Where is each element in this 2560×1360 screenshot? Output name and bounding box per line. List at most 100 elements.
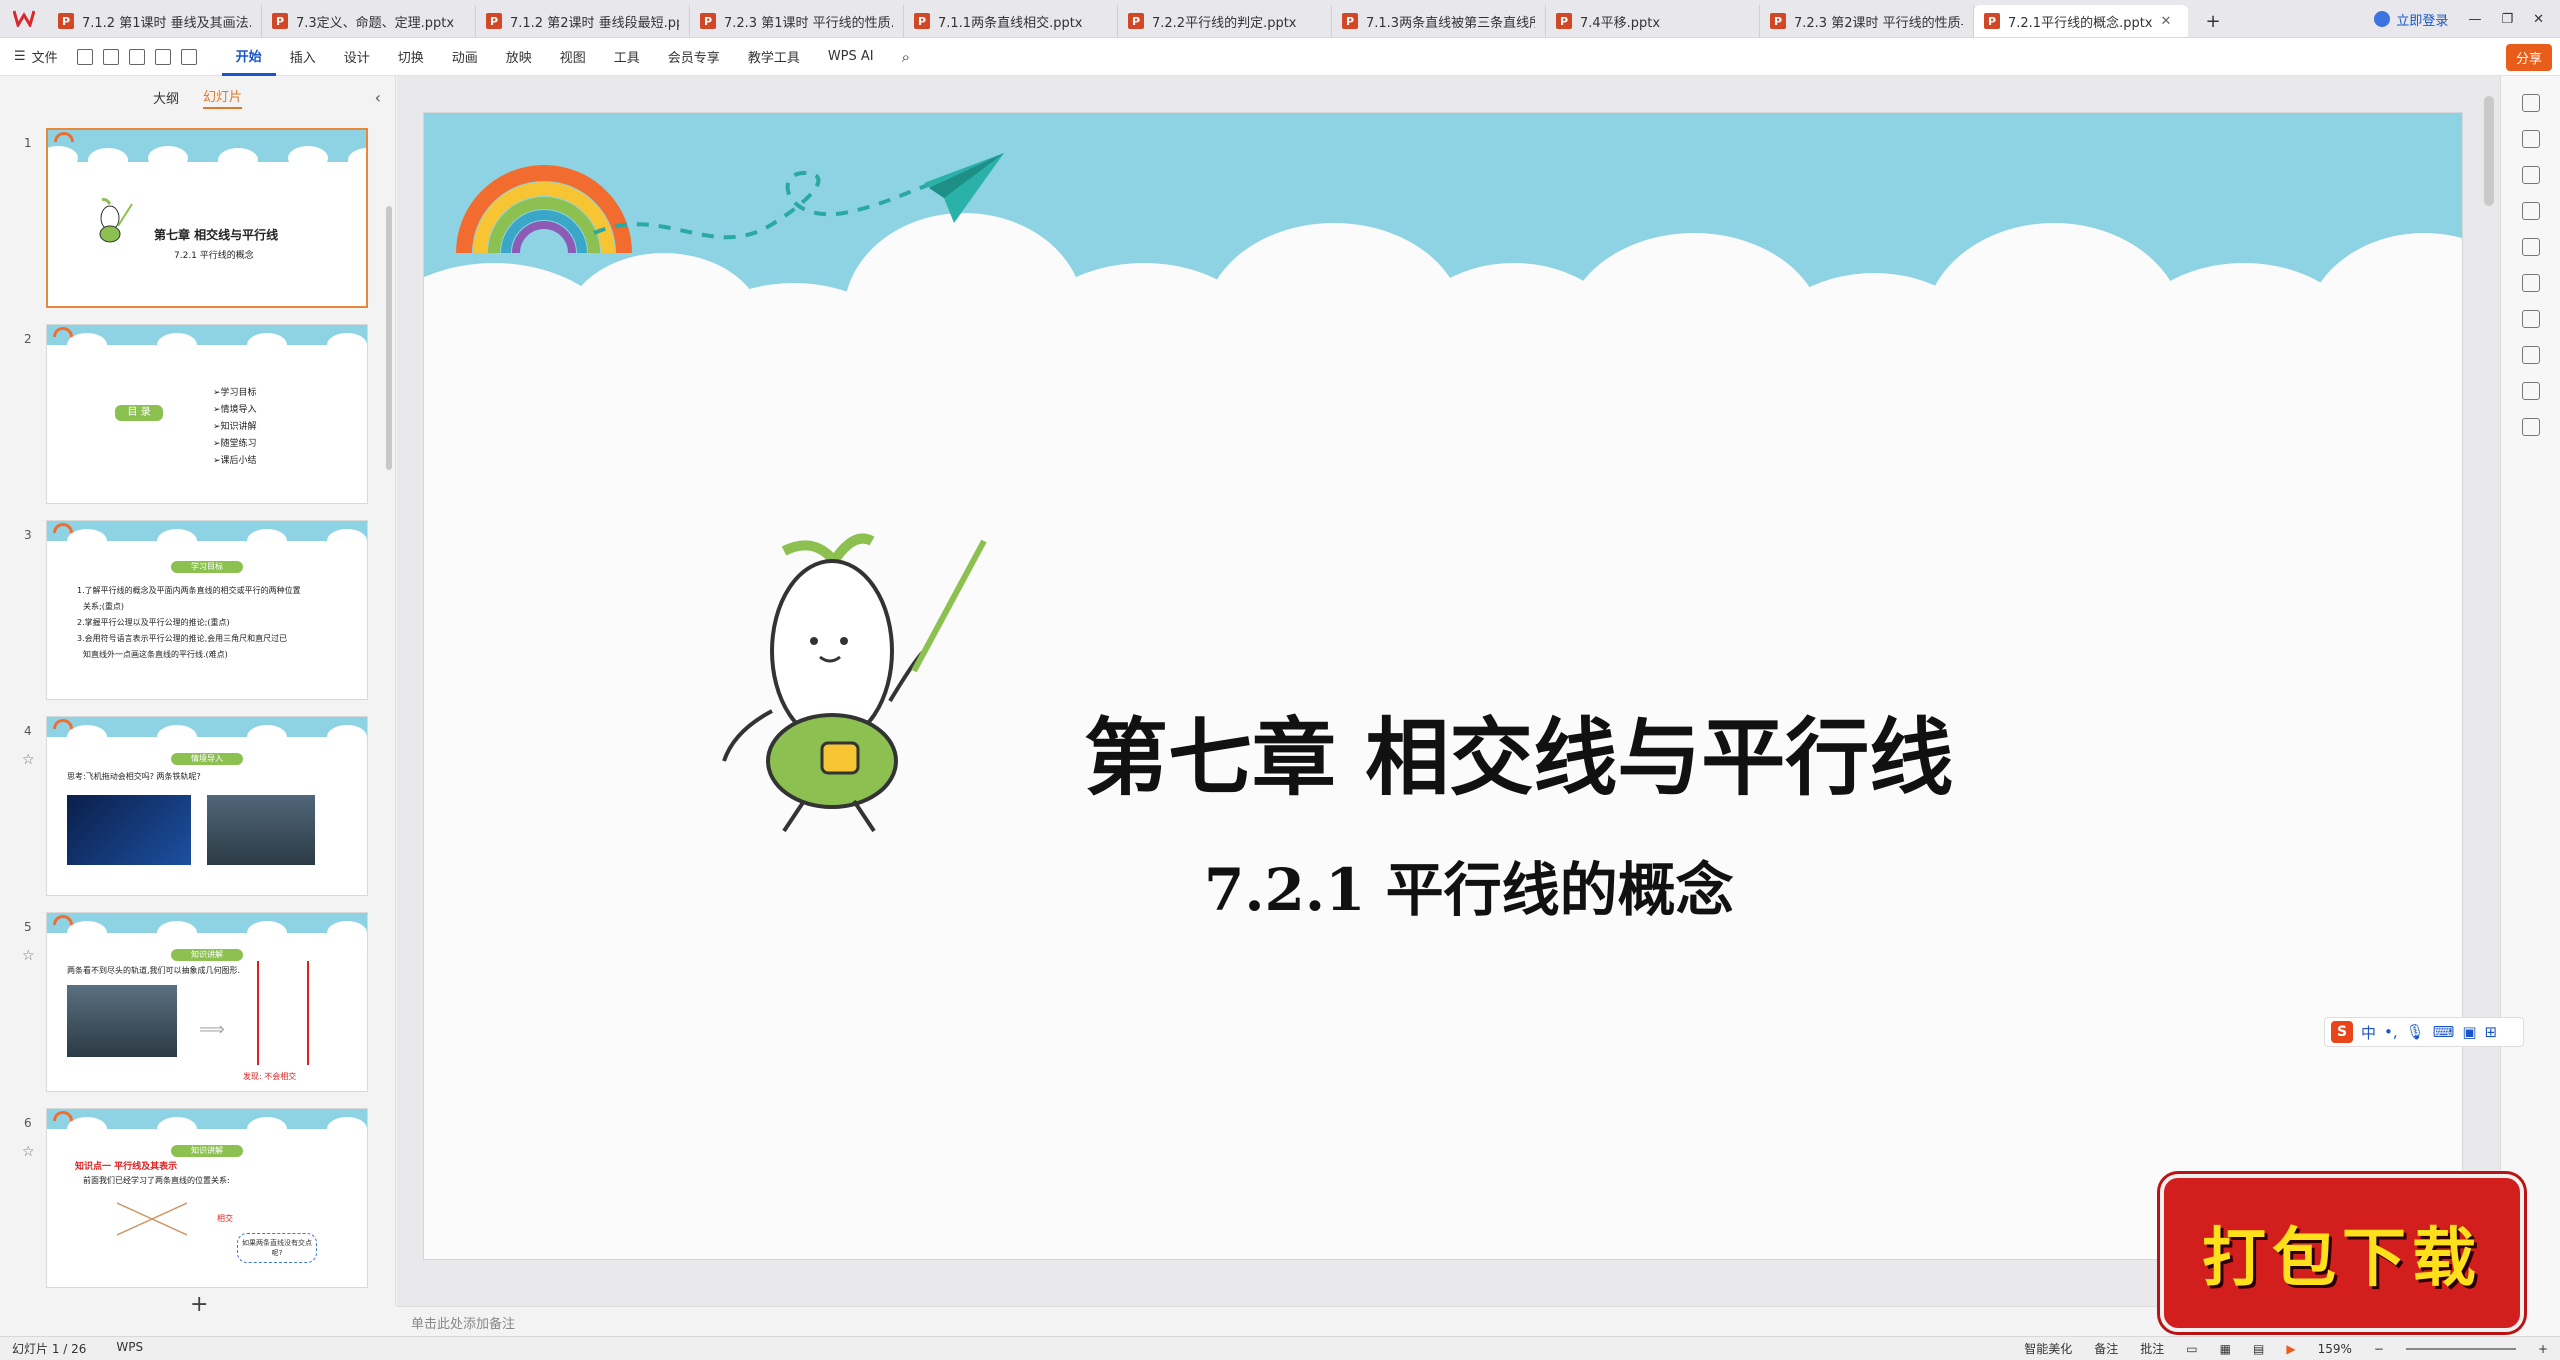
tools-icon[interactable] bbox=[2521, 130, 2540, 148]
thumb-line: 关系;(重点) bbox=[83, 602, 124, 611]
minimize-icon[interactable]: — bbox=[2468, 12, 2481, 27]
parallel-line bbox=[257, 961, 259, 1065]
tab-outline[interactable]: 大纲 bbox=[153, 88, 179, 107]
doc-tab-active[interactable]: P 7.2.1平行线的概念.pptx ✕ bbox=[1974, 5, 2188, 37]
slide-number: 5 bbox=[24, 920, 32, 934]
zoom-slider[interactable] bbox=[2405, 1347, 2516, 1350]
doc-tab-label: 7.2.2平行线的判定.pptx bbox=[1152, 15, 1297, 31]
ribbon-tab-teaching-tools[interactable]: 教学工具 bbox=[734, 38, 814, 76]
new-tab-button[interactable]: + bbox=[2188, 5, 2238, 37]
toolbox-icon[interactable]: ⊞ bbox=[2485, 1023, 2498, 1041]
slide-subtitle[interactable]: 7.2.1 平行线的概念 bbox=[1204, 843, 1734, 927]
file-menu-button[interactable]: ☰ 文件 bbox=[0, 38, 72, 76]
image-icon[interactable] bbox=[2521, 238, 2540, 256]
panel-scrollbar[interactable] bbox=[386, 206, 392, 470]
export-icon[interactable] bbox=[102, 48, 119, 65]
railway-tracks-image bbox=[207, 795, 315, 865]
punctuation-icon[interactable]: •, bbox=[2384, 1023, 2398, 1041]
star-icon[interactable]: ☆ bbox=[22, 948, 35, 964]
reading-view-icon[interactable]: ▤ bbox=[2253, 1342, 2264, 1356]
undo-icon[interactable] bbox=[154, 48, 171, 65]
thumb-line: 发现: 不会相交 bbox=[243, 1072, 297, 1081]
ribbon-tab-wps-ai[interactable]: WPS AI bbox=[814, 38, 888, 76]
ribbon-tab-design[interactable]: 设计 bbox=[330, 38, 384, 76]
sorter-view-icon[interactable]: ▦ bbox=[2220, 1342, 2231, 1356]
cloud-shape bbox=[247, 921, 287, 945]
slide-thumbnail[interactable]: 目 录 ➢学习目标 ➢情境导入 ➢知识讲解 ➢随堂练习 ➢课后小结 bbox=[46, 324, 368, 504]
doc-tab[interactable]: P 7.1.3两条直线被第三条直线所截 bbox=[1332, 5, 1546, 37]
microphone-icon[interactable]: 🎙 bbox=[2406, 1023, 2425, 1041]
comments-button[interactable]: 批注 bbox=[2140, 1340, 2164, 1357]
normal-view-icon[interactable]: ▭ bbox=[2186, 1342, 2197, 1356]
slide-title[interactable]: 第七章 相交线与平行线 bbox=[1084, 691, 1953, 812]
ime-mode[interactable]: 中 bbox=[2361, 1022, 2376, 1043]
shape-icon[interactable] bbox=[2521, 346, 2540, 364]
tab-slides[interactable]: 幻灯片 bbox=[203, 86, 243, 109]
collapse-panel-icon[interactable]: ‹ bbox=[375, 88, 381, 107]
slide-number: 3 bbox=[24, 528, 32, 542]
login-label: 立即登录 bbox=[2396, 13, 2449, 29]
close-window-icon[interactable]: ✕ bbox=[2533, 12, 2544, 27]
slide-thumb-row: 5 ☆ 知识讲解 两条看不到尽头的轨道,我们可以抽象成几何图形. ⟹ 发现: 不… bbox=[0, 912, 390, 1097]
notes-button[interactable]: 备注 bbox=[2094, 1340, 2118, 1357]
slide-thumbnail[interactable]: 知识讲解 知识点一 平行线及其表示 前面我们已经学习了两条直线的位置关系: 相交… bbox=[46, 1108, 368, 1288]
cloud-shape bbox=[157, 1117, 197, 1141]
doc-tab[interactable]: P 7.1.2 第2课时 垂线段最短.pptx bbox=[476, 5, 690, 37]
slide-thumbnail[interactable]: 情境导入 思考:飞机拖动会相交吗? 两条铁轨呢? bbox=[46, 716, 368, 896]
canvas-scrollbar[interactable] bbox=[2484, 96, 2494, 206]
ribbon-tab-home[interactable]: 开始 bbox=[221, 38, 276, 76]
doc-tab[interactable]: P 7.1.1两条直线相交.pptx bbox=[904, 5, 1118, 37]
magic-icon[interactable] bbox=[2521, 274, 2540, 292]
zoom-in-icon[interactable]: + bbox=[2538, 1342, 2548, 1356]
doc-tab[interactable]: P 7.2.3 第2课时 平行线的性质与 bbox=[1760, 5, 1974, 37]
save-icon[interactable] bbox=[76, 48, 93, 65]
star-icon[interactable]: ☆ bbox=[22, 1144, 35, 1160]
print-icon[interactable] bbox=[128, 48, 145, 65]
ribbon-tab-transition[interactable]: 切换 bbox=[384, 38, 438, 76]
thumb-line: 知直线外一点画这条直线的平行线.(难点) bbox=[83, 650, 228, 659]
login-button[interactable]: 立即登录 bbox=[2374, 10, 2448, 29]
star-icon[interactable]: ☆ bbox=[22, 752, 35, 768]
zoom-level[interactable]: 159% bbox=[2318, 1342, 2352, 1356]
doc-tab[interactable]: P 7.2.2平行线的判定.pptx bbox=[1118, 5, 1332, 37]
copy-icon[interactable] bbox=[2521, 202, 2540, 220]
doc-tab[interactable]: P 7.2.3 第1课时 平行线的性质.pp bbox=[690, 5, 904, 37]
redo-icon[interactable] bbox=[180, 48, 197, 65]
beautify-button[interactable]: 智能美化 bbox=[2024, 1340, 2072, 1357]
wps-logo-icon[interactable] bbox=[0, 0, 48, 37]
download-badge[interactable]: 打包下载 bbox=[2160, 1174, 2524, 1332]
restore-icon[interactable]: ❐ bbox=[2501, 12, 2513, 27]
add-slide-button[interactable]: + bbox=[190, 1292, 208, 1317]
share-button[interactable]: 分享 bbox=[2505, 44, 2552, 71]
ribbon-tab-animation[interactable]: 动画 bbox=[438, 38, 492, 76]
keyboard-icon[interactable]: ⌨ bbox=[2433, 1023, 2455, 1041]
doc-tab-label: 7.1.2 第1课时 垂线及其画法.pp bbox=[82, 15, 251, 31]
ribbon-tab-view[interactable]: 视图 bbox=[546, 38, 600, 76]
ime-toolbar[interactable]: S 中 •, 🎙 ⌨ ▣ ⊞ bbox=[2324, 1017, 2524, 1047]
thumb-line: 1.了解平行线的概念及平面内两条直线的相交或平行的两种位置 bbox=[77, 586, 301, 595]
doc-tab[interactable]: P 7.4平移.pptx bbox=[1546, 5, 1760, 37]
doc-tab-label: 7.2.3 第2课时 平行线的性质与 bbox=[1794, 15, 1963, 31]
slide-thumb-row: 1 第七章 相交线与平行线 7.2.1 平行线的概念 bbox=[0, 128, 390, 313]
ribbon-tab-tools[interactable]: 工具 bbox=[600, 38, 654, 76]
ribbon-tab-member[interactable]: 会员专享 bbox=[654, 38, 734, 76]
slide-thumbnail[interactable]: 知识讲解 两条看不到尽头的轨道,我们可以抽象成几何图形. ⟹ 发现: 不会相交 bbox=[46, 912, 368, 1092]
play-slideshow-icon[interactable]: ▶ bbox=[2286, 1342, 2295, 1356]
close-tab-icon[interactable]: ✕ bbox=[2161, 14, 2172, 29]
more-icon[interactable] bbox=[2521, 418, 2540, 436]
collapse-icon[interactable] bbox=[2521, 94, 2540, 112]
help-icon[interactable] bbox=[2521, 382, 2540, 400]
star-icon[interactable] bbox=[2521, 166, 2540, 184]
zoom-out-icon[interactable]: − bbox=[2374, 1342, 2384, 1356]
thumb-title: 第七章 相交线与平行线 bbox=[154, 228, 279, 242]
slide-thumbnail[interactable]: 学习目标 1.了解平行线的概念及平面内两条直线的相交或平行的两种位置 关系;(重… bbox=[46, 520, 368, 700]
skin-icon[interactable]: ▣ bbox=[2462, 1023, 2476, 1041]
doc-tab[interactable]: P 7.3定义、命题、定理.pptx bbox=[262, 5, 476, 37]
main-slide[interactable]: 第七章 相交线与平行线 7.2.1 平行线的概念 bbox=[423, 112, 2463, 1260]
ribbon-tab-insert[interactable]: 插入 bbox=[276, 38, 330, 76]
search-icon[interactable]: ⌕ bbox=[902, 48, 910, 66]
ribbon-tab-slideshow[interactable]: 放映 bbox=[492, 38, 546, 76]
slide-thumbnail[interactable]: 第七章 相交线与平行线 7.2.1 平行线的概念 bbox=[46, 128, 368, 308]
doc-tab[interactable]: P 7.1.2 第1课时 垂线及其画法.pp bbox=[48, 5, 262, 37]
template-icon[interactable] bbox=[2521, 310, 2540, 328]
